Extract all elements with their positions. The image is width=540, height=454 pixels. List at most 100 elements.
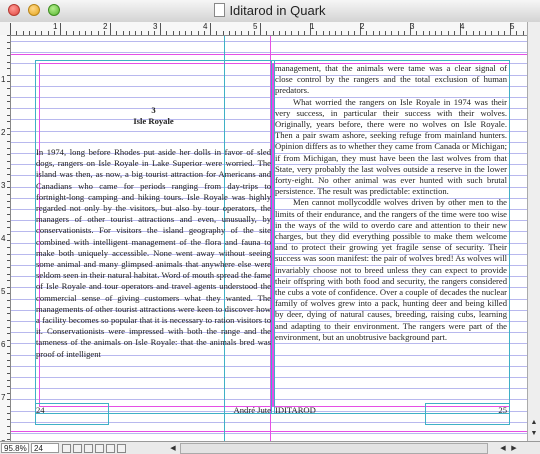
ruler-tick bbox=[7, 42, 10, 43]
scroll-up-arrow-icon[interactable]: ▲ bbox=[529, 418, 539, 427]
ruler-tick bbox=[7, 35, 10, 36]
ruler-tick bbox=[7, 168, 10, 169]
ruler-tick bbox=[7, 393, 10, 394]
ruler-tick bbox=[423, 31, 424, 35]
quark-document-window: Iditarod in Quark 1234512345 12345678 3 … bbox=[0, 0, 540, 454]
right-body-text[interactable]: management, that the animals were tame w… bbox=[275, 63, 507, 401]
ruler-tick bbox=[491, 31, 492, 35]
ruler-tick bbox=[7, 95, 10, 96]
ruler-tick bbox=[7, 62, 10, 63]
ruler-label: 3 bbox=[153, 22, 158, 31]
scroll-left-end-arrow-icon[interactable]: ◀ bbox=[498, 444, 508, 453]
ruler-tick bbox=[354, 31, 355, 35]
right-running-head: IDITAROD bbox=[275, 405, 316, 415]
ruler-label: 4 bbox=[203, 22, 208, 31]
ruler-tick bbox=[485, 31, 486, 35]
first-page-icon[interactable] bbox=[73, 444, 82, 453]
scroll-left-arrow-icon[interactable]: ◀ bbox=[168, 444, 178, 453]
ruler-tick bbox=[160, 23, 161, 35]
ruler-tick bbox=[85, 31, 86, 35]
ruler-tick bbox=[7, 174, 10, 175]
ruler-label: 5 bbox=[510, 22, 515, 31]
ruler-tick bbox=[7, 280, 10, 281]
left-body-text[interactable]: In 1974, long before Rhodes put aside he… bbox=[36, 147, 271, 401]
vertical-scrollbar[interactable]: ▲ ▼ bbox=[527, 22, 540, 441]
ruler-tick bbox=[7, 227, 10, 228]
ruler-label: 1 bbox=[53, 22, 58, 31]
ruler-tick bbox=[148, 31, 149, 35]
page-menu-icon[interactable] bbox=[62, 444, 71, 453]
ruler-tick bbox=[29, 31, 30, 35]
ruler-tick bbox=[273, 31, 274, 35]
ruler-label: 2 bbox=[360, 22, 365, 31]
ruler-tick bbox=[7, 274, 10, 275]
vertical-ruler[interactable]: 12345678 bbox=[0, 35, 11, 441]
ruler-tick bbox=[7, 234, 10, 235]
page-number-field[interactable]: 24 bbox=[31, 443, 59, 453]
ruler-tick bbox=[7, 121, 10, 122]
ruler-label: 3 bbox=[410, 22, 415, 31]
ruler-tick bbox=[329, 31, 330, 35]
ruler-tick bbox=[7, 254, 10, 255]
ruler-tick bbox=[7, 386, 10, 387]
title-bar[interactable]: Iditarod in Quark bbox=[0, 0, 540, 23]
right-paragraph-2: What worried the rangers on Isle Royale … bbox=[275, 96, 507, 197]
ruler-tick bbox=[379, 31, 380, 35]
ruler-tick bbox=[466, 31, 467, 35]
scroll-right-arrow-icon[interactable]: ▶ bbox=[509, 444, 519, 453]
ruler-tick bbox=[7, 88, 10, 89]
ruler-label: 1 bbox=[1, 75, 6, 84]
previous-page-icon[interactable] bbox=[84, 444, 93, 453]
ruler-tick bbox=[7, 55, 10, 56]
ruler-tick bbox=[7, 214, 10, 215]
ruler-tick bbox=[7, 108, 10, 109]
ruler-tick bbox=[104, 31, 105, 35]
ruler-tick bbox=[166, 31, 167, 35]
ruler-tick bbox=[23, 31, 24, 35]
ruler-tick bbox=[504, 31, 505, 35]
scroll-down-arrow-icon[interactable]: ▼ bbox=[529, 429, 539, 438]
ruler-tick bbox=[7, 68, 10, 69]
ruler-tick bbox=[435, 31, 436, 35]
ruler-tick bbox=[304, 31, 305, 35]
ruler-tick bbox=[291, 31, 292, 35]
window-title: Iditarod in Quark bbox=[229, 3, 326, 18]
ruler-tick bbox=[7, 346, 10, 347]
horizontal-ruler[interactable]: 1 2 3 4 5 1 2 3 4 5 bbox=[10, 22, 528, 36]
ruler-tick bbox=[248, 31, 249, 35]
ruler-tick bbox=[7, 353, 10, 354]
ruler-tick bbox=[398, 31, 399, 35]
ruler-tick bbox=[454, 31, 455, 35]
ruler-tick bbox=[79, 31, 80, 35]
ruler-tick bbox=[7, 413, 10, 414]
ruler-tick bbox=[473, 31, 474, 35]
ruler-tick bbox=[154, 31, 155, 35]
zoom-field[interactable]: 95.8% bbox=[1, 443, 29, 453]
ruler-tick bbox=[7, 247, 10, 248]
left-folio-number: 24 bbox=[36, 405, 45, 415]
last-page-icon[interactable] bbox=[106, 444, 115, 453]
ruler-tick bbox=[7, 300, 10, 301]
ruler-label: 5 bbox=[253, 22, 258, 31]
ruler-tick bbox=[7, 128, 10, 129]
ruler-tick bbox=[7, 406, 10, 407]
chapter-title: Isle Royale bbox=[133, 116, 174, 127]
next-page-icon[interactable] bbox=[95, 444, 104, 453]
ruler-tick bbox=[7, 148, 10, 149]
horizontal-scrollbar[interactable] bbox=[180, 443, 488, 454]
ruler-tick bbox=[7, 48, 10, 49]
ruler-tick bbox=[210, 23, 211, 35]
ruler-tick bbox=[7, 75, 10, 76]
chapter-number: 3 bbox=[151, 105, 156, 115]
ruler-label: 2 bbox=[103, 22, 108, 31]
ruler-tick bbox=[7, 373, 10, 374]
ruler-label: 7 bbox=[1, 393, 6, 402]
ruler-tick bbox=[7, 360, 10, 361]
layer-icon[interactable] bbox=[117, 444, 126, 453]
layout-canvas[interactable]: 3 Isle Royale In 1974, long before Rhode… bbox=[11, 36, 528, 441]
ruler-tick bbox=[7, 81, 10, 82]
ruler-tick bbox=[266, 31, 267, 35]
window-title-area: Iditarod in Quark bbox=[0, 3, 540, 18]
ruler-tick bbox=[185, 31, 186, 35]
document-icon bbox=[214, 3, 226, 17]
